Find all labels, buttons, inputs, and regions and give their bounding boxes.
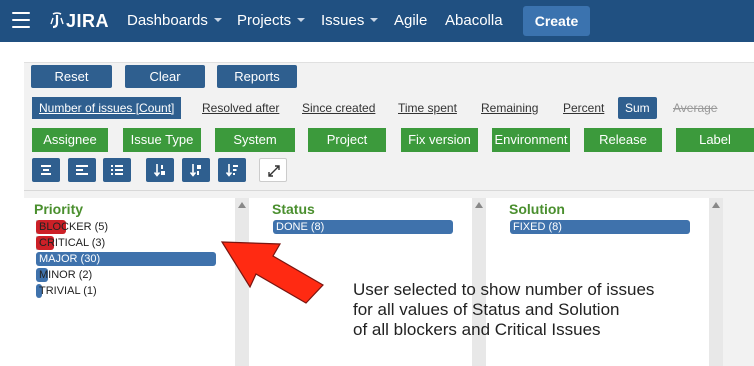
sort-asc-icon	[153, 164, 165, 177]
scroll-up-icon	[238, 202, 246, 208]
solution-title: Solution	[509, 201, 565, 217]
align-center-button[interactable]	[32, 158, 60, 182]
sort-amount-button[interactable]	[218, 158, 246, 182]
app-root: JIRA Dashboards Projects Issues Agile Ab…	[0, 0, 754, 366]
expand-icon	[268, 165, 280, 177]
nav-issues-label: Issues	[321, 12, 365, 29]
nav-abacolla-label: Abacolla	[445, 12, 503, 29]
nav-agile-label: Agile	[394, 12, 428, 29]
align-center-icon	[41, 165, 51, 175]
chevron-down-icon	[297, 18, 306, 23]
nav-issues[interactable]: Issues	[321, 0, 379, 42]
chevron-down-icon	[213, 18, 222, 23]
nav-dashboards-label: Dashboards	[127, 12, 208, 29]
align-left-icon	[76, 165, 88, 175]
menu-icon[interactable]	[12, 12, 30, 28]
average-option: Average	[673, 101, 718, 115]
priority-item-blocker[interactable]: BLOCKER (5)	[36, 220, 216, 234]
nav-projects-label: Projects	[237, 12, 292, 29]
annotation-line: User selected to show number of issues	[353, 280, 655, 299]
create-button[interactable]: Create	[523, 6, 590, 36]
bar-label: DONE (8)	[276, 221, 325, 233]
top-navigation-bar: JIRA Dashboards Projects Issues Agile Ab…	[0, 0, 754, 42]
bar-label: CRITICAL (3)	[39, 237, 106, 249]
measure-number-of-issues[interactable]: Number of issues [Count]	[32, 97, 182, 119]
jira-logo[interactable]: JIRA	[50, 9, 109, 33]
solution-item-fixed[interactable]: FIXED (8)	[510, 220, 690, 234]
nav-abacolla[interactable]: Abacolla	[445, 0, 503, 42]
jira-logo-icon	[50, 12, 64, 30]
reports-button[interactable]: Reports	[217, 65, 297, 88]
bar-label: MINOR (2)	[39, 269, 93, 281]
list-icon	[111, 165, 123, 175]
sum-button[interactable]: Sum	[618, 97, 657, 119]
scroll-up-icon	[475, 202, 483, 208]
dimension-environment[interactable]: Environment	[492, 128, 570, 152]
status-title: Status	[272, 201, 315, 217]
scroll-up-icon	[712, 202, 720, 208]
dimension-issue-type[interactable]: Issue Type	[123, 128, 201, 152]
dimension-fix-version[interactable]: Fix version	[401, 128, 478, 152]
dimension-project[interactable]: Project	[308, 128, 386, 152]
sort-desc-icon	[189, 164, 201, 177]
annotation-line: for all values of Status and Solution	[353, 300, 620, 319]
priority-item-major[interactable]: MAJOR (30)	[36, 252, 216, 266]
measure-percent[interactable]: Percent	[563, 101, 604, 115]
priority-scrollbar[interactable]	[235, 198, 249, 366]
dimension-label[interactable]: Label	[676, 128, 754, 152]
measure-since-created[interactable]: Since created	[302, 101, 375, 115]
measure-resolved-after[interactable]: Resolved after	[202, 101, 279, 115]
dimension-system[interactable]: System	[215, 128, 295, 152]
measure-remaining[interactable]: Remaining	[481, 101, 538, 115]
bar-label: FIXED (8)	[513, 221, 562, 233]
sort-descending-button[interactable]	[182, 158, 210, 182]
priority-item-trivial[interactable]: TRIVIAL (1)	[36, 284, 216, 298]
bar-label: BLOCKER (5)	[39, 221, 109, 233]
clear-button[interactable]: Clear	[125, 65, 205, 88]
nav-agile[interactable]: Agile	[394, 0, 427, 42]
annotation-text: User selected to show number of issues f…	[353, 280, 733, 340]
annotation-line: of all blockers and Critical Issues	[353, 320, 601, 339]
bar-label: TRIVIAL (1)	[39, 285, 97, 297]
toolbar-divider	[24, 190, 754, 191]
priority-item-critical[interactable]: CRITICAL (3)	[36, 236, 216, 250]
reset-button[interactable]: Reset	[31, 65, 112, 88]
nav-projects[interactable]: Projects	[237, 0, 306, 42]
chevron-down-icon	[370, 18, 379, 23]
dimension-assignee[interactable]: Assignee	[32, 128, 108, 152]
measure-time-spent[interactable]: Time spent	[398, 101, 457, 115]
bar-label: MAJOR (30)	[39, 253, 101, 265]
priority-item-minor[interactable]: MINOR (2)	[36, 268, 216, 282]
dimension-release[interactable]: Release	[584, 128, 662, 152]
list-view-button[interactable]	[103, 158, 131, 182]
jira-logo-text: JIRA	[66, 10, 110, 31]
nav-dashboards[interactable]: Dashboards	[127, 0, 222, 42]
sort-ascending-button[interactable]	[146, 158, 174, 182]
align-left-button[interactable]	[68, 158, 96, 182]
expand-button[interactable]	[259, 158, 287, 182]
priority-title: Priority	[34, 201, 84, 217]
status-item-done[interactable]: DONE (8)	[273, 220, 453, 234]
sort-amount-icon	[225, 164, 238, 177]
